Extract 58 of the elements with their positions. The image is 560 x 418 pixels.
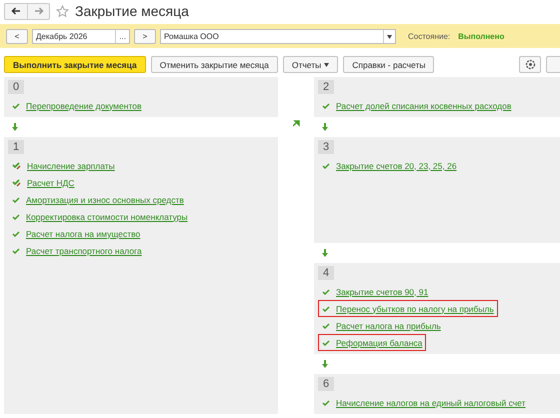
step-link[interactable]: Начисление налогов на единый налоговый счет — [336, 398, 526, 408]
step-link[interactable]: Амортизация и износ основных средств — [26, 194, 184, 204]
settings-button[interactable] — [519, 56, 541, 73]
down-arrow-icon — [12, 123, 18, 131]
check-icon — [12, 230, 20, 236]
step-number: 6 — [318, 377, 334, 391]
check-pencil-icon — [12, 178, 21, 186]
check-icon — [322, 288, 330, 294]
check-icon — [322, 322, 330, 328]
left-arrow-icon — [11, 7, 21, 15]
step-link[interactable]: Закрытие счетов 90, 91 — [336, 286, 428, 296]
down-arrow-icon — [322, 123, 328, 131]
step-number: 0 — [8, 80, 24, 94]
down-arrow-icon — [322, 360, 328, 368]
step-link[interactable]: Расчет долей списания косвенных расходов — [336, 100, 512, 110]
caret-icon — [324, 62, 330, 66]
step-link[interactable]: Закрытие счетов 20, 23, 25, 26 — [336, 160, 457, 170]
step-link[interactable]: Перепроведение документов — [26, 100, 142, 110]
step-link[interactable]: Перенос убытков по налогу на прибыль — [336, 304, 494, 314]
check-icon — [12, 102, 20, 108]
check-pencil-icon — [12, 162, 21, 170]
toolbar-button[interactable]: Справки - расчеты — [343, 56, 434, 73]
period-field[interactable]: Декабрь 2026 ... — [32, 28, 130, 44]
toolbar-button[interactable]: Отчеты — [282, 56, 338, 73]
check-icon — [12, 248, 20, 254]
caret-icon — [387, 34, 392, 38]
step-link[interactable]: Расчет НДС — [27, 178, 74, 188]
step-link[interactable]: Реформация баланса — [336, 338, 422, 348]
star-icon[interactable] — [56, 4, 69, 18]
gear-icon — [524, 59, 536, 70]
step-link[interactable]: Расчет налога на прибыль — [336, 320, 441, 330]
dropdown-button[interactable] — [383, 30, 395, 42]
next-button[interactable]: > — [134, 28, 156, 44]
step-link[interactable]: Расчет транспортного налога — [26, 246, 142, 256]
toolbar-button[interactable]: Отменить закрытие месяца — [150, 56, 278, 73]
diagonal-arrow-icon — [292, 120, 300, 127]
step-number: 4 — [318, 266, 334, 280]
down-arrow-icon — [322, 249, 328, 257]
check-icon — [12, 196, 20, 202]
toolbar-button[interactable]: Выполнить закрытие месяца — [4, 56, 146, 73]
window-title: Закрытие месяца — [75, 3, 189, 19]
step-link[interactable]: Корректировка стоимости номенклатуры — [26, 212, 188, 222]
step-link[interactable]: Начисление зарплаты — [27, 160, 115, 170]
previous-button[interactable]: < — [6, 28, 28, 44]
status-label: Состояние: — [408, 32, 450, 40]
check-icon — [322, 340, 330, 346]
right-arrow-icon — [34, 7, 44, 15]
step-link[interactable]: Расчет налога на имущество — [26, 228, 140, 238]
check-icon — [322, 400, 330, 406]
step-number: 2 — [318, 80, 334, 94]
check-icon — [322, 102, 330, 108]
check-icon — [12, 214, 20, 220]
check-icon — [322, 162, 330, 168]
step-number: 3 — [318, 140, 334, 154]
organization-field[interactable]: Ромашка ООО — [160, 28, 396, 44]
status-value: Выполнено — [458, 32, 504, 40]
check-icon — [322, 306, 330, 312]
step-number: 1 — [8, 140, 24, 154]
